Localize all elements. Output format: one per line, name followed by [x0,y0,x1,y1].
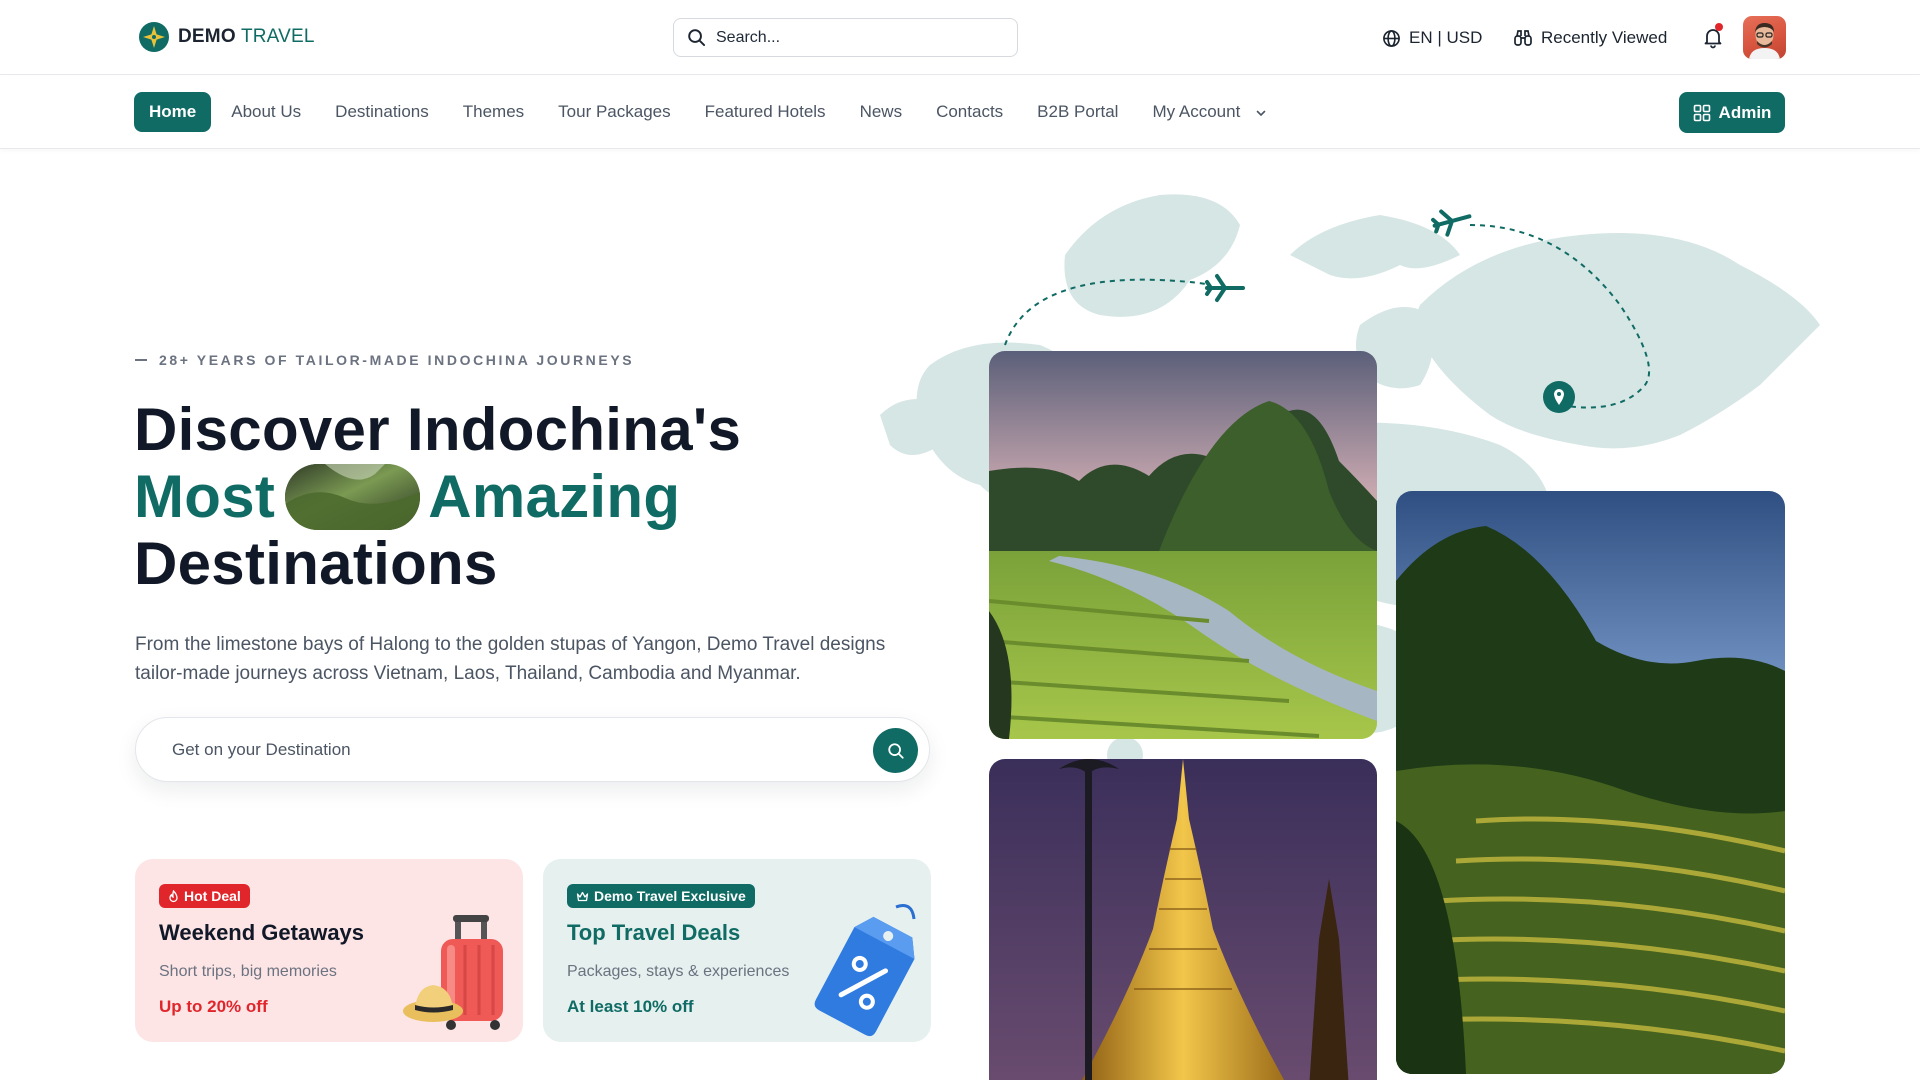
rice-terraces-image [1396,491,1785,1074]
deal-card-offer: Up to 20% off [159,997,268,1016]
logo-text-bold: DEMO [178,26,236,47]
language-currency-label: EN | USD [1409,28,1483,47]
hot-deal-badge-label: Hot Deal [184,888,241,904]
logo-text: DEMO TRAVEL [178,26,315,48]
eyebrow-dash [135,359,147,361]
compass-logo-icon [139,22,169,52]
nav-my-account-label: My Account [1152,102,1241,121]
search-icon [688,29,706,47]
logo-text-light: TRAVEL [240,26,315,47]
hero-eyebrow: 28+ YEARS OF TAILOR-MADE INDOCHINA JOURN… [135,352,634,368]
nav-tour-packages[interactable]: Tour Packages [541,92,687,132]
nav-b2b-portal[interactable]: B2B Portal [1020,92,1135,132]
main-nav: Home About Us Destinations Themes Tour P… [134,92,1284,132]
avatar-portrait [1749,23,1780,59]
recently-viewed-label: Recently Viewed [1541,28,1668,47]
deal-card-title: Top Travel Deals [567,920,741,945]
hero-title: Discover Indochina's Most Amazing Destin… [134,396,741,597]
hero-description: From the limestone bays of Halong to the… [135,634,886,684]
destination-search-input[interactable]: Get on your Destination [135,717,930,782]
top-header: DEMO TRAVEL Search... EN | USD Recently … [0,0,1920,75]
airplane-icon [1205,274,1245,302]
exclusive-badge: Demo Travel Exclusive [567,884,755,908]
admin-button[interactable]: Admin [1679,92,1785,133]
inline-landscape-image [285,464,421,531]
deal-card-offer: At least 10% off [567,997,694,1016]
destination-photo-karst-valley[interactable] [989,351,1377,739]
hero-title-inline-photo [285,464,421,531]
chevron-down-icon [1256,110,1266,116]
deal-card-weekend-getaways[interactable]: Hot Deal Weekend Getaways Short trips, b… [135,859,523,1042]
nav-news[interactable]: News [843,92,920,132]
nav-featured-hotels[interactable]: Featured Hotels [688,92,843,132]
flame-icon [169,889,178,902]
hero-title-accent-most: Most [134,463,276,530]
golden-pagoda-image [989,759,1377,1080]
hero-title-line-1: Discover Indochina's [134,396,742,463]
destination-photo-golden-pagoda[interactable] [989,759,1377,1080]
recently-viewed-link[interactable]: Recently Viewed [1513,18,1667,58]
nav-about-us[interactable]: About Us [214,92,318,132]
discount-tag-illustration [814,904,916,1037]
hot-deal-badge: Hot Deal [159,884,250,908]
main-navigation-bar: Home About Us Destinations Themes Tour P… [0,76,1920,149]
language-currency-selector[interactable]: EN | USD [1382,18,1482,58]
exclusive-badge-label: Demo Travel Exclusive [594,888,746,904]
hero-title-accent-amazing: Amazing [428,463,681,530]
dashboard-grid-icon [1693,104,1710,121]
nav-my-account[interactable]: My Account [1135,92,1284,132]
airplane-icon [1431,209,1472,237]
admin-button-label: Admin [1718,102,1772,122]
binoculars-icon [1514,30,1532,46]
crown-icon [576,891,589,901]
nav-contacts[interactable]: Contacts [919,92,1020,132]
deal-card-subtitle: Short trips, big memories [159,963,337,980]
nav-destinations[interactable]: Destinations [318,92,446,132]
suitcase-hat-illustration [403,915,503,1030]
site-logo[interactable]: DEMO TRAVEL [138,20,315,54]
hero-title-line-3: Destinations [134,530,498,598]
search-placeholder: Search... [716,28,781,46]
location-pin-icon [1543,381,1575,413]
deal-card-top-travel-deals[interactable]: Demo Travel Exclusive Top Travel Deals P… [543,859,931,1042]
deal-card-title: Weekend Getaways [159,920,365,945]
deal-card-subtitle: Packages, stays & experiences [567,963,790,980]
user-avatar[interactable] [1743,16,1786,59]
karst-valley-image [989,351,1377,739]
hero-eyebrow-text: 28+ YEARS OF TAILOR-MADE INDOCHINA JOURN… [159,352,635,368]
destination-search-placeholder: Get on your Destination [172,739,351,759]
search-input[interactable]: Search... [673,18,1018,57]
globe-icon [1383,29,1400,47]
nav-themes[interactable]: Themes [446,92,541,132]
nav-home[interactable]: Home [134,92,212,132]
notification-dot [1715,23,1723,31]
destination-photo-rice-terraces[interactable] [1396,491,1785,1074]
hero-title-line-2: Most Amazing [134,463,741,531]
